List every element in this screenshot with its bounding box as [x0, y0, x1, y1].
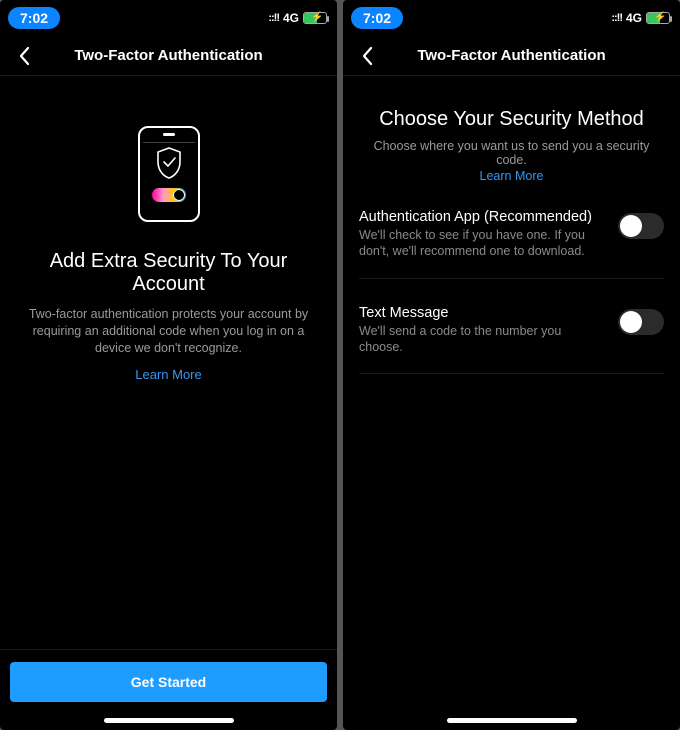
battery-icon: ⚡ — [303, 12, 327, 24]
content: Choose Your Security Method Choose where… — [343, 76, 680, 710]
intro-body: Two-factor authentication protects your … — [16, 306, 321, 357]
status-time: 7:02 — [8, 7, 60, 29]
network-label: 4G — [283, 11, 299, 25]
choose-title: Choose Your Security Method — [359, 108, 664, 131]
option-subtitle: We'll send a code to the number you choo… — [359, 323, 608, 356]
status-right: ::!! 4G ⚡ — [268, 11, 327, 25]
page-title: Two-Factor Authentication — [0, 47, 337, 64]
divider — [359, 373, 664, 374]
signal-icon: ::!! — [611, 12, 622, 24]
chevron-left-icon — [17, 46, 31, 66]
back-button[interactable] — [12, 44, 36, 68]
header: Two-Factor Authentication — [0, 36, 337, 76]
option-subtitle: We'll check to see if you have one. If y… — [359, 227, 608, 260]
phone-outline-icon — [138, 126, 200, 222]
get-started-button[interactable]: Get Started — [10, 662, 327, 702]
toggle-auth-app[interactable] — [618, 213, 664, 239]
option-auth-app[interactable]: Authentication App (Recommended) We'll c… — [359, 209, 664, 260]
intro-title: Add Extra Security To Your Account — [16, 250, 321, 296]
screen-intro: 7:02 ::!! 4G ⚡ Two-Factor Authentication… — [0, 0, 337, 730]
content: Add Extra Security To Your Account Two-f… — [0, 76, 337, 649]
status-bar: 7:02 ::!! 4G ⚡ — [343, 0, 680, 36]
option-title: Text Message — [359, 305, 608, 321]
home-indicator[interactable] — [0, 710, 337, 730]
signal-icon: ::!! — [268, 12, 279, 24]
toggle-icon — [152, 188, 186, 202]
learn-more-link[interactable]: Learn More — [359, 169, 664, 183]
illustration — [16, 126, 321, 222]
screen-choose-method: 7:02 ::!! 4G ⚡ Two-Factor Authentication… — [343, 0, 680, 730]
chevron-left-icon — [360, 46, 374, 66]
footer: Get Started — [0, 649, 337, 710]
option-title: Authentication App (Recommended) — [359, 209, 608, 225]
shield-icon — [154, 146, 184, 180]
choose-body: Choose where you want us to send you a s… — [359, 139, 664, 167]
network-label: 4G — [626, 11, 642, 25]
divider — [359, 278, 664, 279]
status-right: ::!! 4G ⚡ — [611, 11, 670, 25]
page-title: Two-Factor Authentication — [343, 47, 680, 64]
learn-more-link[interactable]: Learn More — [16, 367, 321, 382]
toggle-text-message[interactable] — [618, 309, 664, 335]
home-indicator[interactable] — [343, 710, 680, 730]
header: Two-Factor Authentication — [343, 36, 680, 76]
battery-icon: ⚡ — [646, 12, 670, 24]
back-button[interactable] — [355, 44, 379, 68]
status-time: 7:02 — [351, 7, 403, 29]
status-bar: 7:02 ::!! 4G ⚡ — [0, 0, 337, 36]
option-text-message[interactable]: Text Message We'll send a code to the nu… — [359, 305, 664, 356]
